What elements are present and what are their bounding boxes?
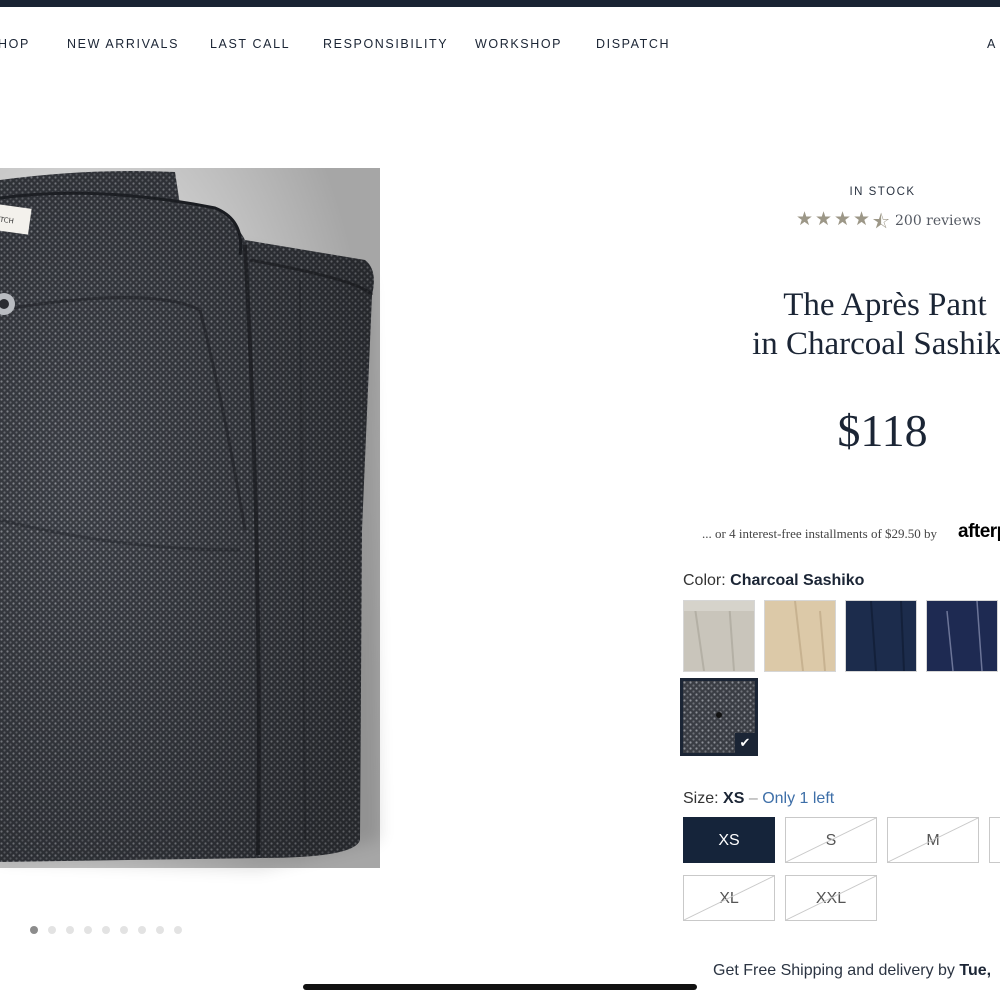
gallery-dot[interactable] [138,926,146,934]
gallery-dot[interactable] [156,926,164,934]
nav-item-last-call[interactable]: LAST CALL [210,37,290,51]
size-value: XS [723,790,745,807]
nav-item-dispatch[interactable]: DISPATCH [596,37,670,51]
color-label-prefix: Color: [683,572,726,589]
selected-check-icon: ✔ [735,733,755,753]
shipping-text: Get Free Shipping and delivery by [713,962,955,979]
nav-item-shop[interactable]: HOP [0,37,30,51]
star-icon: ★ [834,209,852,230]
swatch-image [684,601,754,671]
nav-item-workshop[interactable]: WORKSHOP [475,37,562,51]
size-button-xs[interactable]: XS [683,817,775,863]
shipping-date: Tue, [959,962,992,979]
star-icon: ★ [815,209,833,230]
stock-status: IN STOCK [849,186,916,198]
home-indicator[interactable] [303,984,697,990]
size-button-label: XS [718,832,740,849]
gallery-dot[interactable] [48,926,56,934]
product-title-line1: The Après Pant [783,287,987,323]
color-swatch-navy[interactable] [845,600,917,672]
size-button-xxl[interactable]: XXL [785,875,877,921]
size-button-m[interactable]: M [887,817,979,863]
half-star-icon: ⯪ [872,212,890,233]
gallery-dot[interactable] [30,926,38,934]
star-icon: ★ [796,209,814,230]
top-accent-bar [0,0,1000,7]
sold-out-slash [684,876,774,920]
color-swatch-indigo[interactable] [926,600,998,672]
nav-item-new-arrivals[interactable]: NEW ARRIVALS [67,37,179,51]
color-swatch-stone[interactable] [683,600,755,672]
nav-item-responsibility[interactable]: RESPONSIBILITY [323,37,448,51]
swatch-image [846,601,916,671]
size-button-s[interactable]: S [785,817,877,863]
size-button-l[interactable] [989,817,1000,863]
sold-out-slash [786,876,876,920]
product-price: $118 [837,405,928,456]
color-label: Color: Charcoal Sashiko [683,572,864,590]
gallery-dot[interactable] [120,926,128,934]
product-image-gallery[interactable]: TCH [0,80,520,920]
afterpay-logo[interactable]: afterpay [958,521,1000,543]
size-label: Size: XS – Only 1 left [683,790,834,808]
swatch-image [765,601,835,671]
reviews-link[interactable]: 200 reviews [895,213,981,229]
sold-out-slash [888,818,978,862]
installments-text: ... or 4 interest-free installments of $… [702,526,938,541]
swatch-image [927,601,997,671]
shipping-info: Get Free Shipping and delivery by Tue, [713,962,991,980]
gallery-dot[interactable] [66,926,74,934]
size-button-xl[interactable]: XL [683,875,775,921]
gallery-dot[interactable] [84,926,92,934]
color-swatch-khaki[interactable] [764,600,836,672]
gallery-dot[interactable] [102,926,110,934]
main-nav: HOP NEW ARRIVALS LAST CALL RESPONSIBILIT… [0,37,1000,53]
color-swatch-charcoal-sashiko[interactable]: ✔ [680,678,758,756]
product-title: The Après Pant in Charcoal Sashiko [740,286,1000,364]
star-icon: ★ [853,209,871,230]
color-value: Charcoal Sashiko [730,572,865,589]
size-separator: – [748,790,758,807]
gallery-dot[interactable] [174,926,182,934]
size-label-prefix: Size: [683,790,719,807]
sold-out-slash [786,818,876,862]
folded-pants-photo: TCH [0,168,380,870]
nav-item-account[interactable]: A [987,37,997,51]
size-stock-note: Only 1 left [762,790,835,807]
product-title-line2: in Charcoal Sashiko [752,326,1000,362]
